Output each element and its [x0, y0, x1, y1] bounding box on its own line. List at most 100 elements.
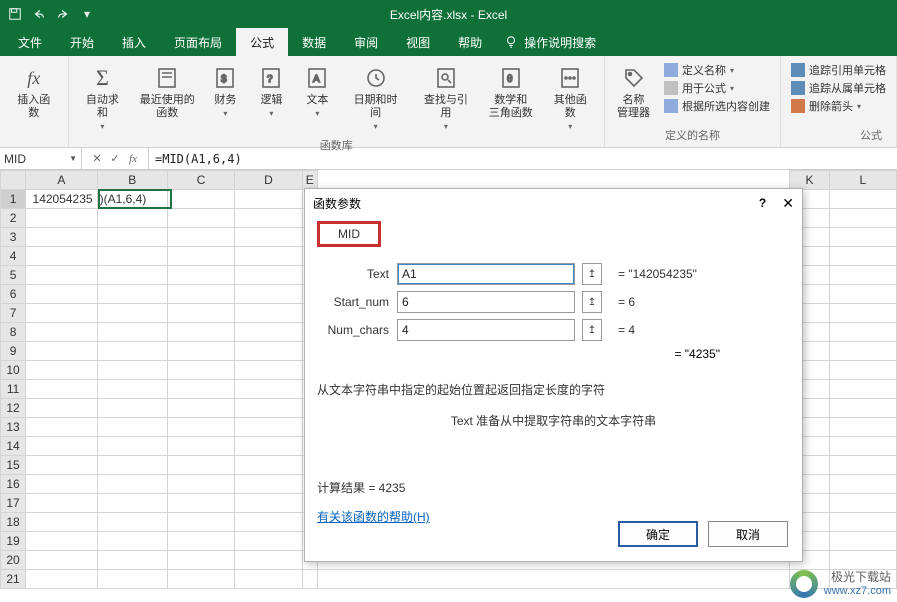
row-header[interactable]: 14 — [1, 437, 26, 456]
row-header[interactable]: 1 — [1, 190, 26, 209]
cell[interactable] — [26, 494, 97, 513]
col-header[interactable]: B — [97, 171, 167, 190]
cell[interactable] — [26, 209, 97, 228]
redo-icon[interactable] — [54, 5, 72, 23]
row-header[interactable]: 17 — [1, 494, 26, 513]
cell[interactable] — [167, 380, 234, 399]
cancel-button[interactable]: 取消 — [708, 521, 788, 547]
tab-view[interactable]: 视图 — [392, 28, 444, 56]
cell[interactable] — [829, 285, 896, 304]
cell[interactable] — [829, 532, 896, 551]
cell[interactable] — [26, 570, 97, 589]
cell[interactable] — [235, 399, 302, 418]
row-header[interactable]: 18 — [1, 513, 26, 532]
cell[interactable] — [97, 399, 167, 418]
cell[interactable] — [829, 304, 896, 323]
cell[interactable] — [97, 418, 167, 437]
cell[interactable] — [167, 456, 234, 475]
cell[interactable] — [167, 209, 234, 228]
math-button[interactable]: θ 数学和 三角函数 — [483, 60, 538, 124]
cell[interactable] — [167, 304, 234, 323]
cell[interactable] — [829, 266, 896, 285]
cell[interactable] — [167, 475, 234, 494]
row-header[interactable]: 3 — [1, 228, 26, 247]
row-header[interactable]: 9 — [1, 342, 26, 361]
cell[interactable] — [97, 285, 167, 304]
collapse-dialog-icon[interactable]: ↥ — [582, 263, 602, 285]
remove-arrows-link[interactable]: 删除箭头 ▾ — [791, 98, 886, 114]
undo-icon[interactable] — [30, 5, 48, 23]
col-header[interactable]: K — [790, 171, 830, 190]
cell[interactable] — [235, 532, 302, 551]
tab-review[interactable]: 审阅 — [340, 28, 392, 56]
cell[interactable] — [235, 209, 302, 228]
cell[interactable] — [97, 456, 167, 475]
cell[interactable] — [829, 361, 896, 380]
cell[interactable] — [97, 361, 167, 380]
cell[interactable] — [97, 323, 167, 342]
text-button[interactable]: A 文本▾ — [296, 60, 338, 122]
cell[interactable] — [167, 285, 234, 304]
cell[interactable] — [235, 475, 302, 494]
cell[interactable] — [829, 437, 896, 456]
cancel-icon[interactable]: ✕ — [90, 152, 104, 166]
cell[interactable] — [235, 285, 302, 304]
cell[interactable] — [167, 190, 234, 209]
cell[interactable] — [235, 323, 302, 342]
cell[interactable] — [26, 437, 97, 456]
fx-bar-icon[interactable]: fx — [126, 152, 140, 166]
cell[interactable] — [235, 570, 302, 589]
lookup-button[interactable]: 查找与引用▾ — [413, 60, 479, 135]
col-header[interactable]: E — [302, 171, 317, 190]
trace-precedents-link[interactable]: 追踪引用单元格 — [791, 62, 886, 78]
trace-dependents-link[interactable]: 追踪从属单元格 — [791, 80, 886, 96]
tab-help[interactable]: 帮助 — [444, 28, 496, 56]
cell[interactable] — [235, 437, 302, 456]
cell[interactable] — [26, 513, 97, 532]
create-from-sel-link[interactable]: 根据所选内容创建 — [664, 98, 770, 114]
cell[interactable] — [97, 437, 167, 456]
recent-button[interactable]: 最近使用的 函数 — [134, 60, 200, 124]
cell[interactable] — [97, 304, 167, 323]
tab-home[interactable]: 开始 — [56, 28, 108, 56]
cell[interactable] — [235, 380, 302, 399]
row-header[interactable]: 7 — [1, 304, 26, 323]
use-formula-link[interactable]: 用于公式 ▾ — [664, 80, 770, 96]
cell[interactable] — [167, 418, 234, 437]
row-header[interactable]: 11 — [1, 380, 26, 399]
logical-button[interactable]: ? 逻辑▾ — [250, 60, 292, 122]
cell[interactable] — [235, 190, 302, 209]
select-all-corner[interactable] — [1, 171, 26, 190]
cell[interactable] — [26, 551, 97, 570]
function-help-link[interactable]: 有关该函数的帮助(H) — [317, 508, 430, 525]
cell[interactable] — [26, 342, 97, 361]
cell[interactable] — [167, 513, 234, 532]
cell[interactable] — [26, 399, 97, 418]
row-header[interactable]: 21 — [1, 570, 26, 589]
cell[interactable]: )(A1,6,4) — [97, 190, 167, 209]
cell[interactable] — [97, 475, 167, 494]
row-header[interactable]: 15 — [1, 456, 26, 475]
cell[interactable] — [26, 247, 97, 266]
financial-button[interactable]: $ 财务▾ — [204, 60, 246, 122]
cell[interactable] — [829, 494, 896, 513]
qat-more-icon[interactable]: ▾ — [78, 5, 96, 23]
cell[interactable] — [829, 418, 896, 437]
tab-data[interactable]: 数据 — [288, 28, 340, 56]
cell[interactable] — [167, 437, 234, 456]
cell[interactable] — [167, 361, 234, 380]
row-header[interactable]: 16 — [1, 475, 26, 494]
enter-icon[interactable]: ✓ — [108, 152, 122, 166]
help-icon[interactable]: ? — [759, 196, 766, 210]
cell[interactable] — [829, 475, 896, 494]
cell[interactable] — [167, 494, 234, 513]
close-icon[interactable]: ✕ — [782, 195, 794, 212]
tab-formula[interactable]: 公式 — [236, 28, 288, 56]
cell[interactable] — [167, 228, 234, 247]
collapse-dialog-icon[interactable]: ↥ — [582, 291, 602, 313]
row-header[interactable]: 13 — [1, 418, 26, 437]
cell[interactable]: 142054235 — [26, 190, 97, 209]
col-header[interactable]: L — [829, 171, 896, 190]
cell[interactable] — [26, 418, 97, 437]
cell[interactable] — [829, 456, 896, 475]
